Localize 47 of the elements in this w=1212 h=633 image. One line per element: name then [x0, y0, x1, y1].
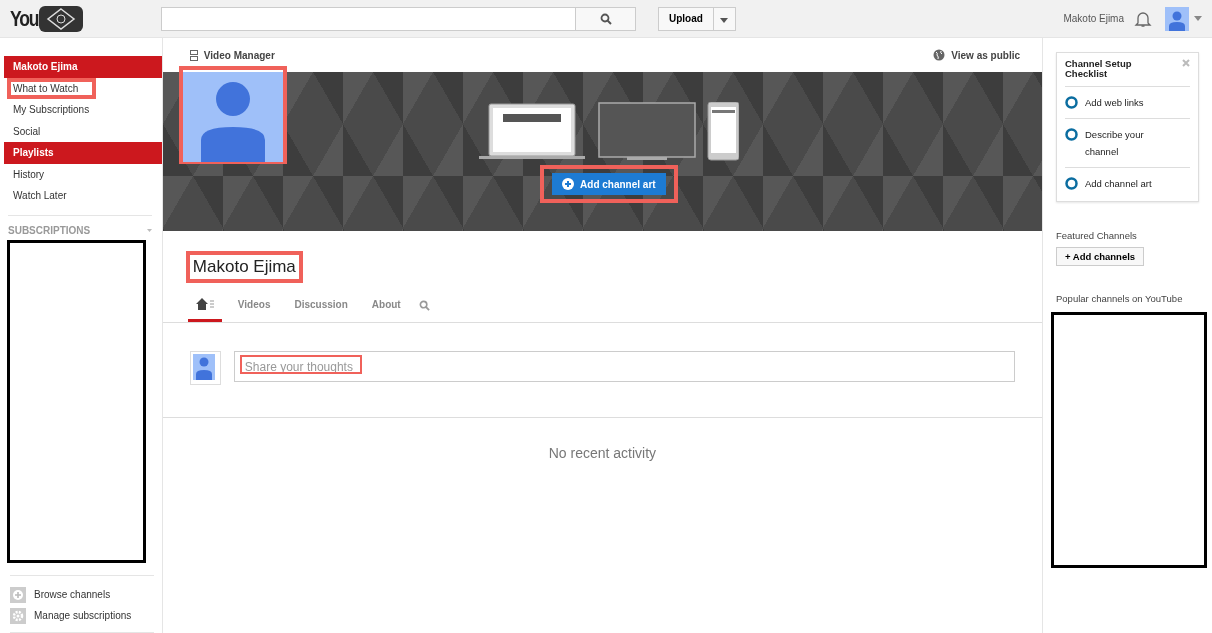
bell-icon[interactable]	[1134, 9, 1152, 28]
sidebar-item[interactable]: What to Watch	[4, 77, 162, 99]
search-icon[interactable]	[418, 300, 430, 311]
view-as-public-link[interactable]: View as public	[933, 49, 1020, 61]
channel-tab[interactable]: About	[363, 289, 409, 322]
section-title: SUBSCRIPTIONS	[8, 224, 91, 236]
sidebar-link[interactable]: Browse channels	[10, 584, 154, 605]
user-name[interactable]: Makoto Ejima	[1063, 13, 1124, 24]
list-icon	[189, 49, 198, 61]
empty-message: No recent activity	[548, 445, 657, 461]
channel-tab[interactable]: Videos	[229, 289, 279, 322]
channel-name: Makoto Ejima	[187, 253, 301, 281]
logo-text[interactable]: You	[10, 5, 39, 32]
search-icon	[599, 12, 612, 25]
comment-field[interactable]: Share your thoughts	[233, 351, 1015, 382]
video-manager-link[interactable]: Video Manager	[189, 49, 275, 61]
search-button[interactable]	[576, 6, 636, 31]
tube-logo-icon[interactable]	[39, 5, 84, 32]
sidebar-item[interactable]: Makoto Ejima	[4, 56, 162, 78]
sidebar-item[interactable]: My Subscriptions	[4, 99, 162, 121]
upload-menu-button[interactable]	[713, 6, 736, 31]
sidebar-item[interactable]: Social	[4, 120, 162, 142]
sidebar-link[interactable]: Manage subscriptions	[10, 605, 154, 626]
add-channels-button[interactable]: + Add channels	[1056, 246, 1145, 266]
checklist-item[interactable]: Add web links	[1065, 86, 1190, 119]
sidebar-item[interactable]: Watch Later	[4, 185, 162, 207]
upload-button[interactable]: Upload	[658, 6, 714, 31]
section-title: Featured Channels	[1056, 229, 1137, 241]
sidebar-item[interactable]: Playlists	[4, 142, 162, 164]
channel-tab[interactable]: Discussion	[286, 289, 356, 322]
channel-avatar-icon[interactable]	[182, 72, 283, 162]
checklist-item[interactable]: Describe your channel	[1065, 118, 1190, 168]
avatar-icon[interactable]	[1165, 6, 1189, 31]
sidebar-item[interactable]: History	[4, 163, 162, 185]
search-field[interactable]	[161, 6, 576, 31]
home-icon	[195, 298, 214, 310]
plus-icon	[10, 586, 26, 603]
plus-icon	[562, 178, 575, 190]
user-avatar-icon	[189, 351, 222, 385]
add-channel-art-button[interactable]: Add channel art	[552, 173, 666, 195]
checklist-item[interactable]: Add channel art	[1065, 167, 1190, 199]
checklist-title: Channel Setup Checklist	[1065, 59, 1133, 80]
globe-icon	[933, 49, 946, 61]
caret-icon	[720, 18, 729, 23]
caret-icon[interactable]	[1194, 16, 1202, 21]
section-title: Popular channels on YouTube	[1056, 292, 1183, 304]
gear-icon	[10, 607, 26, 624]
